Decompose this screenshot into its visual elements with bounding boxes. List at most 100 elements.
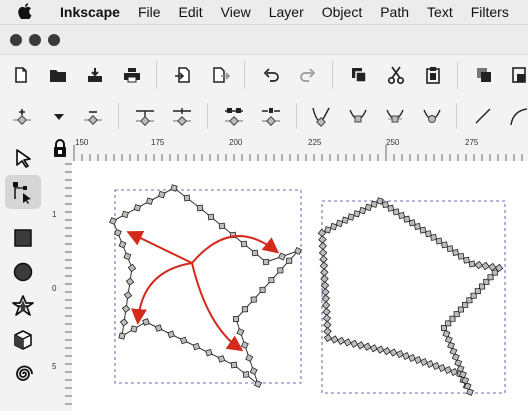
- path-node-handle[interactable]: [250, 296, 257, 303]
- cut-icon[interactable]: [383, 62, 409, 88]
- path-node-handle[interactable]: [286, 257, 293, 264]
- box3d-tool-icon[interactable]: [5, 323, 41, 357]
- path-node-handle[interactable]: [335, 219, 344, 228]
- path-node-handle[interactable]: [113, 228, 122, 237]
- path-node-handle[interactable]: [205, 348, 213, 357]
- paste-icon[interactable]: [420, 62, 446, 88]
- path-node-handle[interactable]: [350, 339, 359, 348]
- curve-segment-icon[interactable]: [505, 103, 528, 129]
- star-tool-icon[interactable]: [5, 289, 41, 323]
- path-node-handle[interactable]: [336, 336, 346, 346]
- path-node-handle[interactable]: [389, 348, 398, 357]
- rectangle-tool-icon[interactable]: [5, 221, 41, 255]
- path-node-handle[interactable]: [232, 315, 240, 323]
- path-node-handle[interactable]: [218, 222, 226, 230]
- path-node-handle[interactable]: [449, 367, 459, 377]
- path-node-handle[interactable]: [324, 226, 332, 234]
- path-node-handle[interactable]: [488, 262, 497, 272]
- menu-edit[interactable]: Edit: [179, 4, 203, 20]
- menu-layer[interactable]: Layer: [269, 4, 304, 20]
- path-node-handle[interactable]: [127, 263, 137, 273]
- path-node-handle[interactable]: [245, 353, 254, 363]
- import-icon[interactable]: [170, 62, 196, 88]
- path-node-handle[interactable]: [449, 347, 458, 356]
- node-dropdown-icon[interactable]: [46, 103, 72, 129]
- menu-text[interactable]: Text: [427, 4, 453, 20]
- path-node-handle[interactable]: [447, 341, 455, 350]
- join-segment-icon[interactable]: [221, 103, 247, 129]
- path-node-handle[interactable]: [145, 197, 154, 205]
- path-node-handle[interactable]: [454, 358, 463, 367]
- path-node-handle[interactable]: [329, 222, 338, 231]
- path-node-handle[interactable]: [330, 335, 339, 344]
- path-node-handle[interactable]: [240, 340, 249, 350]
- path-node-handle[interactable]: [452, 249, 459, 256]
- path-node-handle[interactable]: [356, 341, 365, 350]
- delete-segment-icon[interactable]: [258, 103, 284, 129]
- path-node-handle[interactable]: [363, 342, 372, 351]
- apple-icon[interactable]: [18, 2, 40, 22]
- export-icon[interactable]: [207, 62, 233, 88]
- path-node-handle[interactable]: [121, 210, 129, 219]
- new-document-icon[interactable]: [8, 62, 34, 88]
- path-node-handle[interactable]: [167, 330, 175, 339]
- save-icon[interactable]: [82, 62, 108, 88]
- straight-segment-icon[interactable]: [470, 103, 496, 129]
- path-node-handle[interactable]: [442, 329, 451, 338]
- path-node-handle[interactable]: [318, 248, 328, 257]
- menu-filters[interactable]: Filters: [471, 4, 509, 20]
- path-node-handle[interactable]: [341, 216, 349, 224]
- path-node-handle[interactable]: [481, 261, 490, 271]
- path-shape-left[interactable]: [112, 187, 299, 386]
- path-node-handle[interactable]: [242, 371, 250, 378]
- guide-lock-button[interactable]: [48, 137, 72, 161]
- path-node-handle[interactable]: [277, 252, 287, 261]
- cusp-node-icon[interactable]: [308, 103, 334, 129]
- close-window-button[interactable]: [10, 34, 22, 46]
- path-node-handle[interactable]: [437, 363, 447, 373]
- clone-icon[interactable]: [471, 62, 497, 88]
- path-node-handle[interactable]: [358, 206, 367, 215]
- path-node-handle[interactable]: [249, 366, 258, 376]
- path-node-handle[interactable]: [322, 314, 332, 323]
- path-node-handle[interactable]: [259, 286, 266, 293]
- undo-icon[interactable]: [258, 62, 284, 88]
- path-node-handle[interactable]: [323, 327, 332, 336]
- path-node-handle[interactable]: [364, 203, 373, 212]
- join-nodes-icon[interactable]: [132, 103, 158, 129]
- path-node-handle[interactable]: [130, 325, 138, 333]
- path-node-handle[interactable]: [370, 200, 378, 208]
- path-node-handle[interactable]: [133, 204, 142, 212]
- path-node-handle[interactable]: [154, 324, 163, 332]
- zoom-window-button[interactable]: [48, 34, 60, 46]
- path-node-handle[interactable]: [395, 349, 405, 359]
- path-node-handle[interactable]: [376, 345, 385, 354]
- path-node-handle[interactable]: [241, 306, 248, 313]
- path-node-handle[interactable]: [196, 204, 204, 212]
- symmetric-node-icon[interactable]: [382, 103, 408, 129]
- insert-node-icon[interactable]: [9, 103, 35, 129]
- path-node-handle[interactable]: [407, 353, 417, 363]
- path-node-handle[interactable]: [123, 252, 132, 261]
- vertical-ruler[interactable]: 1 0 5: [48, 161, 73, 411]
- path-node-handle[interactable]: [457, 252, 465, 260]
- path-node-handle[interactable]: [125, 277, 135, 286]
- path-node-handle[interactable]: [230, 361, 238, 369]
- path-node-handle[interactable]: [268, 277, 275, 284]
- path-node-handle[interactable]: [347, 213, 355, 221]
- print-icon[interactable]: [119, 62, 145, 88]
- path-node-handle[interactable]: [474, 260, 484, 270]
- duplicate-icon[interactable]: [346, 62, 372, 88]
- menu-app-name[interactable]: Inkscape: [60, 4, 120, 20]
- minimize-window-button[interactable]: [29, 34, 41, 46]
- path-node-handle[interactable]: [179, 336, 188, 345]
- drawing-canvas[interactable]: [72, 161, 528, 411]
- redo-icon[interactable]: [295, 62, 321, 88]
- lock-icon[interactable]: [506, 62, 528, 88]
- break-path-icon[interactable]: [169, 103, 195, 129]
- path-node-handle[interactable]: [319, 261, 329, 271]
- ellipse-tool-icon[interactable]: [5, 255, 41, 289]
- path-node-handle[interactable]: [251, 249, 259, 257]
- path-node-handle[interactable]: [142, 318, 150, 326]
- path-node-handle[interactable]: [236, 327, 245, 337]
